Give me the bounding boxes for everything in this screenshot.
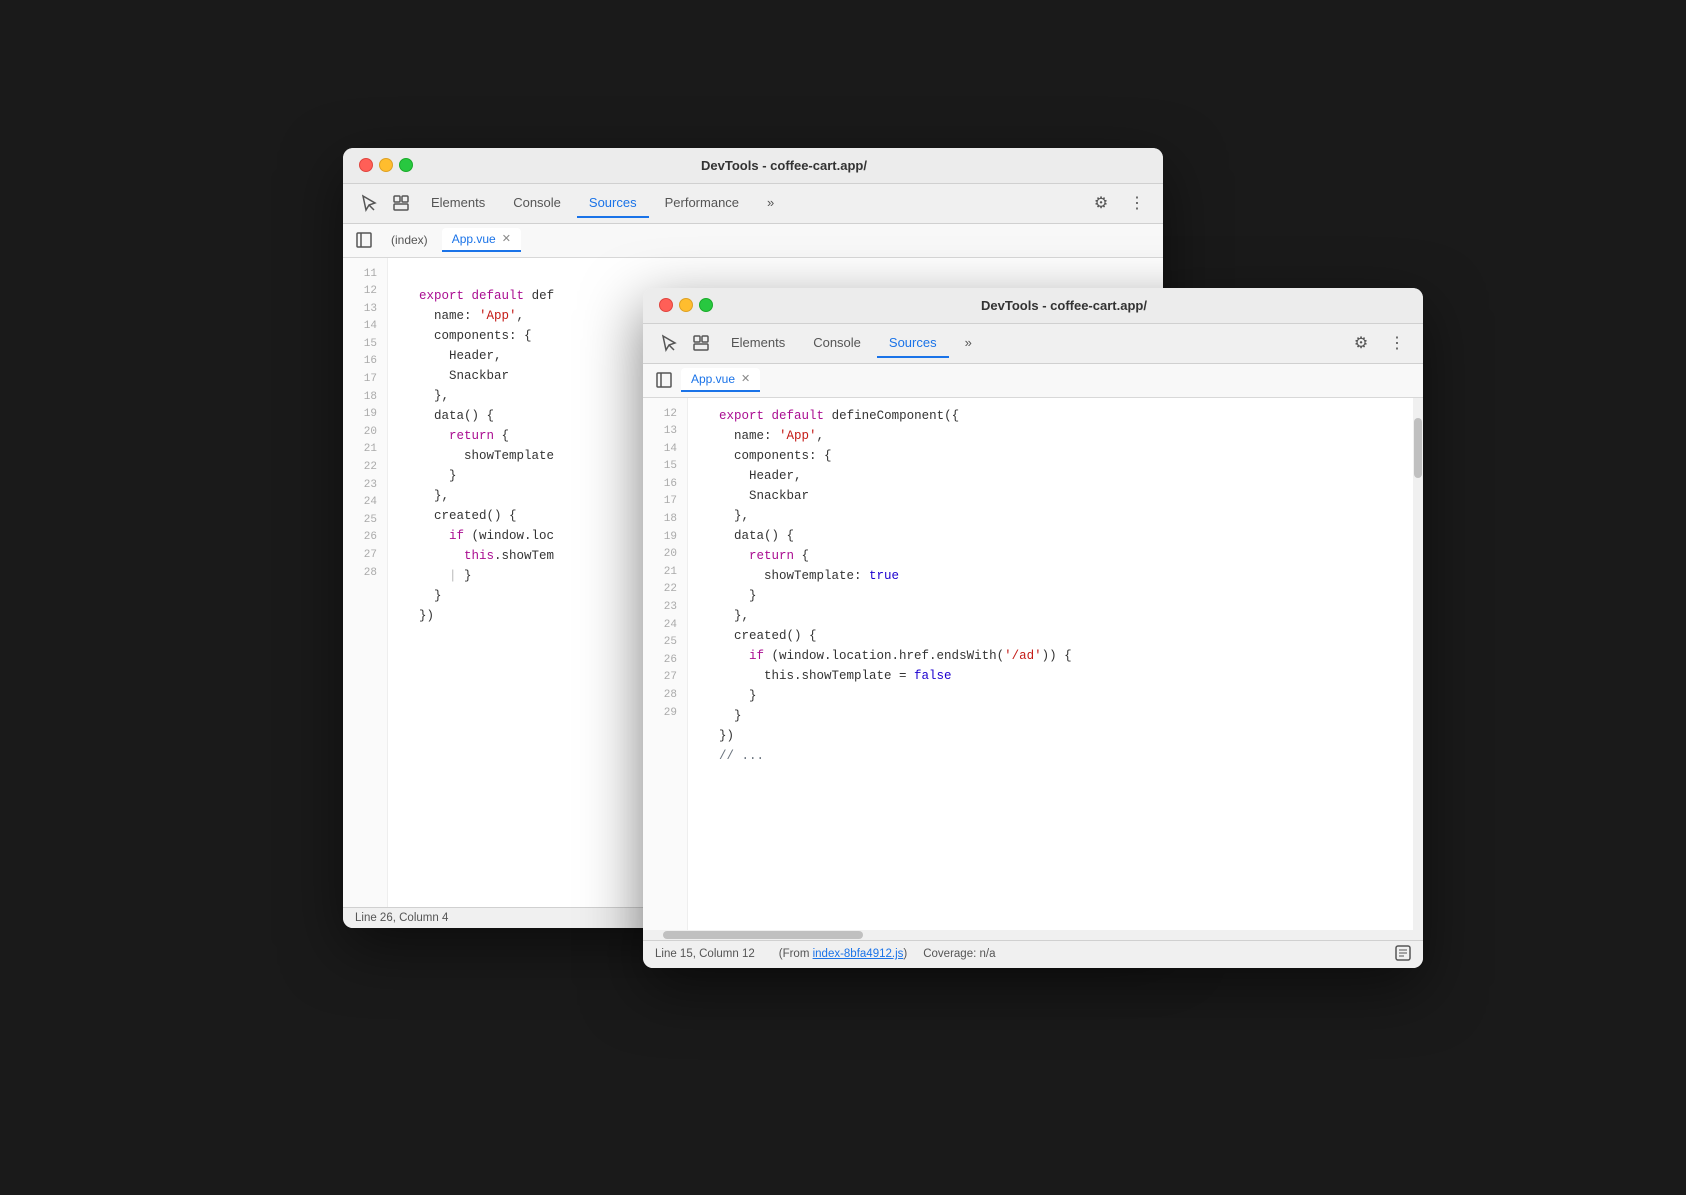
fcode-line-26: } [704, 686, 1413, 706]
fcode-line-21: } [704, 586, 1413, 606]
window-title-back: DevTools - coffee-cart.app/ [421, 158, 1147, 173]
scrollbar-thumb-front[interactable] [1414, 418, 1422, 478]
fcode-line-13: name: 'App', [704, 426, 1413, 446]
traffic-lights-front [659, 298, 713, 312]
tab-bar-front: Elements Console Sources » ⚙ ⋮ [643, 324, 1423, 364]
devtools-window-front: DevTools - coffee-cart.app/ Elements Con… [643, 288, 1423, 968]
coverage-icon-front[interactable] [1395, 945, 1411, 964]
tab-more-back[interactable]: » [755, 189, 786, 218]
minimize-button-back[interactable] [379, 158, 393, 172]
close-button-back[interactable] [359, 158, 373, 172]
cursor-icon-back[interactable] [355, 189, 383, 217]
status-coverage-front: Coverage: n/a [923, 948, 995, 960]
fcode-line-24: if (window.location.href.endsWith('/ad')… [704, 646, 1413, 666]
tab-bar-right-back: ⚙ ⋮ [1087, 189, 1151, 217]
maximize-button-back[interactable] [399, 158, 413, 172]
fcode-line-29: // ... [704, 746, 1413, 766]
file-tabs-back: (index) App.vue ✕ [343, 224, 1163, 258]
fcode-line-17: }, [704, 506, 1413, 526]
horizontal-scrollbar-thumb-front[interactable] [663, 931, 863, 939]
gear-icon-back[interactable]: ⚙ [1087, 189, 1115, 217]
horizontal-scrollbar-front[interactable] [643, 930, 1423, 940]
layers-icon-front[interactable] [687, 329, 715, 357]
fcode-line-23: created() { [704, 626, 1413, 646]
tab-sources-back[interactable]: Sources [577, 189, 649, 218]
layers-icon-back[interactable] [387, 189, 415, 217]
file-tab-index-label: (index) [391, 233, 428, 247]
file-tab-close-front[interactable]: ✕ [741, 374, 750, 385]
tab-performance-back[interactable]: Performance [653, 189, 751, 218]
minimize-button-front[interactable] [679, 298, 693, 312]
line-numbers-front: 12 13 14 15 16 17 18 19 20 21 22 23 24 2… [643, 398, 688, 930]
fcode-line-19: return { [704, 546, 1413, 566]
tab-console-front[interactable]: Console [801, 329, 873, 358]
file-tab-appvue-label: App.vue [452, 232, 496, 246]
code-content-front: export default defineComponent({ name: '… [688, 398, 1413, 930]
tab-sources-front[interactable]: Sources [877, 329, 949, 358]
source-link-front[interactable]: index-8bfa4912.js [813, 948, 904, 960]
fcode-line-15: Header, [704, 466, 1413, 486]
tab-elements-back[interactable]: Elements [419, 189, 497, 218]
gear-icon-front[interactable]: ⚙ [1347, 329, 1375, 357]
tab-bar-right-front: ⚙ ⋮ [1347, 329, 1411, 357]
file-tab-appvue-front[interactable]: App.vue ✕ [681, 368, 760, 392]
fcode-line-14: components: { [704, 446, 1413, 466]
window-title-front: DevTools - coffee-cart.app/ [721, 298, 1407, 313]
maximize-button-front[interactable] [699, 298, 713, 312]
tab-elements-front[interactable]: Elements [719, 329, 797, 358]
fcode-line-27: } [704, 706, 1413, 726]
file-tabs-front: App.vue ✕ [643, 364, 1423, 398]
scrollbar-front[interactable] [1413, 398, 1423, 930]
more-icon-back[interactable]: ⋮ [1123, 189, 1151, 217]
code-line-11 [404, 266, 1163, 286]
sidebar-toggle-front[interactable] [651, 367, 677, 393]
status-bar-front: Line 15, Column 12 (From index-8bfa4912.… [643, 940, 1423, 968]
traffic-lights-back [359, 158, 413, 172]
fcode-line-12: export default defineComponent({ [704, 406, 1413, 426]
title-bar-back: DevTools - coffee-cart.app/ [343, 148, 1163, 184]
tab-console-back[interactable]: Console [501, 189, 573, 218]
file-tab-appvue-label-front: App.vue [691, 372, 735, 386]
close-button-front[interactable] [659, 298, 673, 312]
cursor-icon-front[interactable] [655, 329, 683, 357]
tab-more-front[interactable]: » [953, 329, 984, 358]
fcode-line-16: Snackbar [704, 486, 1413, 506]
fcode-line-20: showTemplate: true [704, 566, 1413, 586]
tab-bar-back: Elements Console Sources Performance » ⚙… [343, 184, 1163, 224]
more-icon-front[interactable]: ⋮ [1383, 329, 1411, 357]
status-position-back: Line 26, Column 4 [355, 912, 448, 924]
file-tab-index-back[interactable]: (index) [381, 229, 438, 251]
fcode-line-28: }) [704, 726, 1413, 746]
fcode-line-18: data() { [704, 526, 1413, 546]
code-area-front: 12 13 14 15 16 17 18 19 20 21 22 23 24 2… [643, 398, 1413, 930]
status-source-front: (From index-8bfa4912.js) [779, 948, 908, 960]
line-numbers-back: 11 12 13 14 15 16 17 18 19 20 21 22 23 2… [343, 258, 388, 907]
file-tab-appvue-back[interactable]: App.vue ✕ [442, 228, 521, 252]
file-tab-close-back[interactable]: ✕ [502, 234, 511, 245]
fcode-line-22: }, [704, 606, 1413, 626]
title-bar-front: DevTools - coffee-cart.app/ [643, 288, 1423, 324]
sidebar-toggle-back[interactable] [351, 227, 377, 253]
fcode-line-25: this.showTemplate = false [704, 666, 1413, 686]
status-position-front: Line 15, Column 12 [655, 948, 755, 960]
